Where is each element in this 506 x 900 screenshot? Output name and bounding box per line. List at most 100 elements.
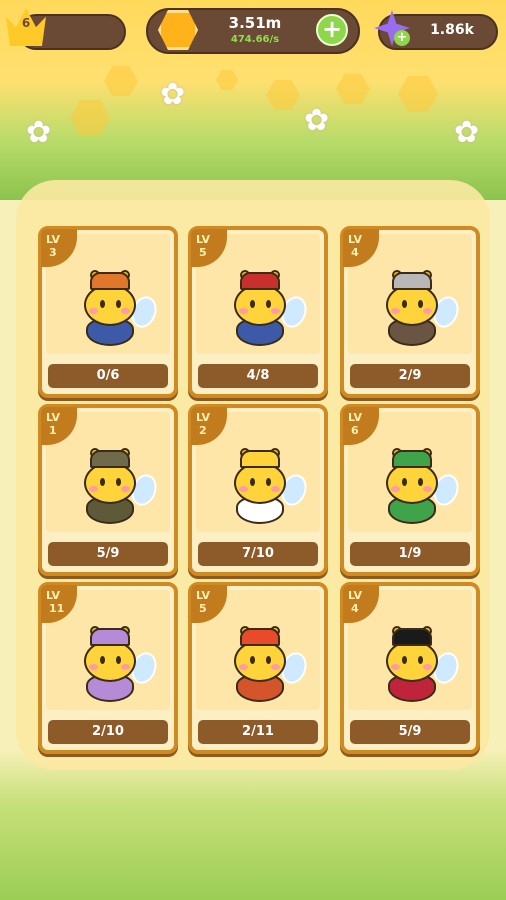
blush: [121, 308, 130, 314]
flower-icon: ✿: [160, 77, 186, 112]
eye: [116, 656, 121, 664]
player-level: 6: [21, 16, 31, 30]
bee-card[interactable]: LV 4 2/9: [340, 226, 480, 398]
card-progress: 2/11: [198, 720, 318, 744]
bee-head: [386, 284, 438, 326]
chief-bee-icon: [226, 626, 311, 704]
bee-head: [234, 462, 286, 504]
level-number: 4: [351, 602, 359, 615]
eye: [100, 300, 105, 308]
level-number: 4: [351, 246, 359, 259]
level-number: 6: [351, 424, 359, 437]
bee-card[interactable]: LV 3 0/6: [38, 226, 178, 398]
eye: [266, 478, 271, 486]
bee-card[interactable]: LV 11 2/10: [38, 582, 178, 754]
card-progress: 4/8: [198, 364, 318, 388]
card-progress: 7/10: [198, 542, 318, 566]
knight-bee-icon: [378, 448, 463, 526]
blush: [391, 486, 400, 492]
card-progress: 2/10: [48, 720, 168, 744]
eye: [266, 656, 271, 664]
eye: [100, 656, 105, 664]
add-honey-button[interactable]: +: [316, 14, 348, 46]
mailman-bee-icon: [226, 270, 311, 348]
bee-hat: [392, 628, 432, 646]
blush: [423, 664, 432, 670]
bee-head: [84, 462, 136, 504]
eye: [116, 478, 121, 486]
blush: [271, 308, 280, 314]
eye: [402, 300, 407, 308]
flower-icon: ✿: [304, 103, 330, 138]
level-number: 5: [199, 602, 207, 615]
bee-head: [234, 640, 286, 682]
bee-hat: [90, 450, 130, 468]
blush: [271, 664, 280, 670]
eye: [418, 656, 423, 664]
card-progress: 0/6: [48, 364, 168, 388]
eye: [266, 300, 271, 308]
flower-icon: ✿: [454, 115, 480, 150]
farmer-bee-icon: [76, 270, 161, 348]
eye: [418, 478, 423, 486]
bee-head: [234, 284, 286, 326]
level-number: 11: [49, 602, 65, 615]
bee-hat: [392, 272, 432, 290]
level-number: 5: [199, 246, 207, 259]
grass-ground: [0, 750, 506, 900]
bee-card[interactable]: LV 2 7/10: [188, 404, 328, 576]
honey-amount: 3.51m: [228, 14, 282, 32]
eye: [402, 656, 407, 664]
level-label: LV: [196, 589, 211, 602]
level-label: LV: [348, 233, 363, 246]
blush: [239, 308, 248, 314]
level-label: LV: [348, 411, 363, 424]
level-label: LV: [196, 411, 211, 424]
level-number: 3: [49, 246, 57, 259]
bee-card[interactable]: LV 1 5/9: [38, 404, 178, 576]
bee-hat: [90, 628, 130, 646]
eye: [250, 478, 255, 486]
bee-head: [84, 640, 136, 682]
bee-hat: [240, 450, 280, 468]
blush: [423, 486, 432, 492]
bee-head: [386, 462, 438, 504]
bucket-bee-icon: [378, 270, 463, 348]
flower-icon: ✿: [26, 115, 52, 150]
eye: [116, 300, 121, 308]
blush: [121, 664, 130, 670]
level-label: LV: [348, 589, 363, 602]
level-number: 1: [49, 424, 57, 437]
soldier-bee-icon: [76, 448, 161, 526]
doctor-bee-icon: [226, 448, 311, 526]
add-gem-icon[interactable]: +: [394, 30, 410, 46]
blush: [423, 308, 432, 314]
blush: [239, 664, 248, 670]
eye: [250, 656, 255, 664]
blush: [89, 308, 98, 314]
bee-card[interactable]: LV 4 5/9: [340, 582, 480, 754]
level-label: LV: [46, 589, 61, 602]
eye: [250, 300, 255, 308]
bee-hat: [240, 628, 280, 646]
level-label: LV: [196, 233, 211, 246]
bee-head: [386, 640, 438, 682]
card-progress: 1/9: [350, 542, 470, 566]
bee-head: [84, 284, 136, 326]
level-label: LV: [46, 233, 61, 246]
bee-card[interactable]: LV 5 4/8: [188, 226, 328, 398]
bee-card[interactable]: LV 6 1/9: [340, 404, 480, 576]
eye: [100, 478, 105, 486]
blush: [121, 486, 130, 492]
bee-card[interactable]: LV 5 2/11: [188, 582, 328, 754]
bunny-bee-icon: [76, 626, 161, 704]
bee-hat: [240, 272, 280, 290]
blush: [391, 308, 400, 314]
blush: [271, 486, 280, 492]
blush: [89, 486, 98, 492]
card-progress: 2/9: [350, 364, 470, 388]
eye: [402, 478, 407, 486]
card-progress: 5/9: [350, 720, 470, 744]
guard-bee-icon: [378, 626, 463, 704]
blush: [89, 664, 98, 670]
